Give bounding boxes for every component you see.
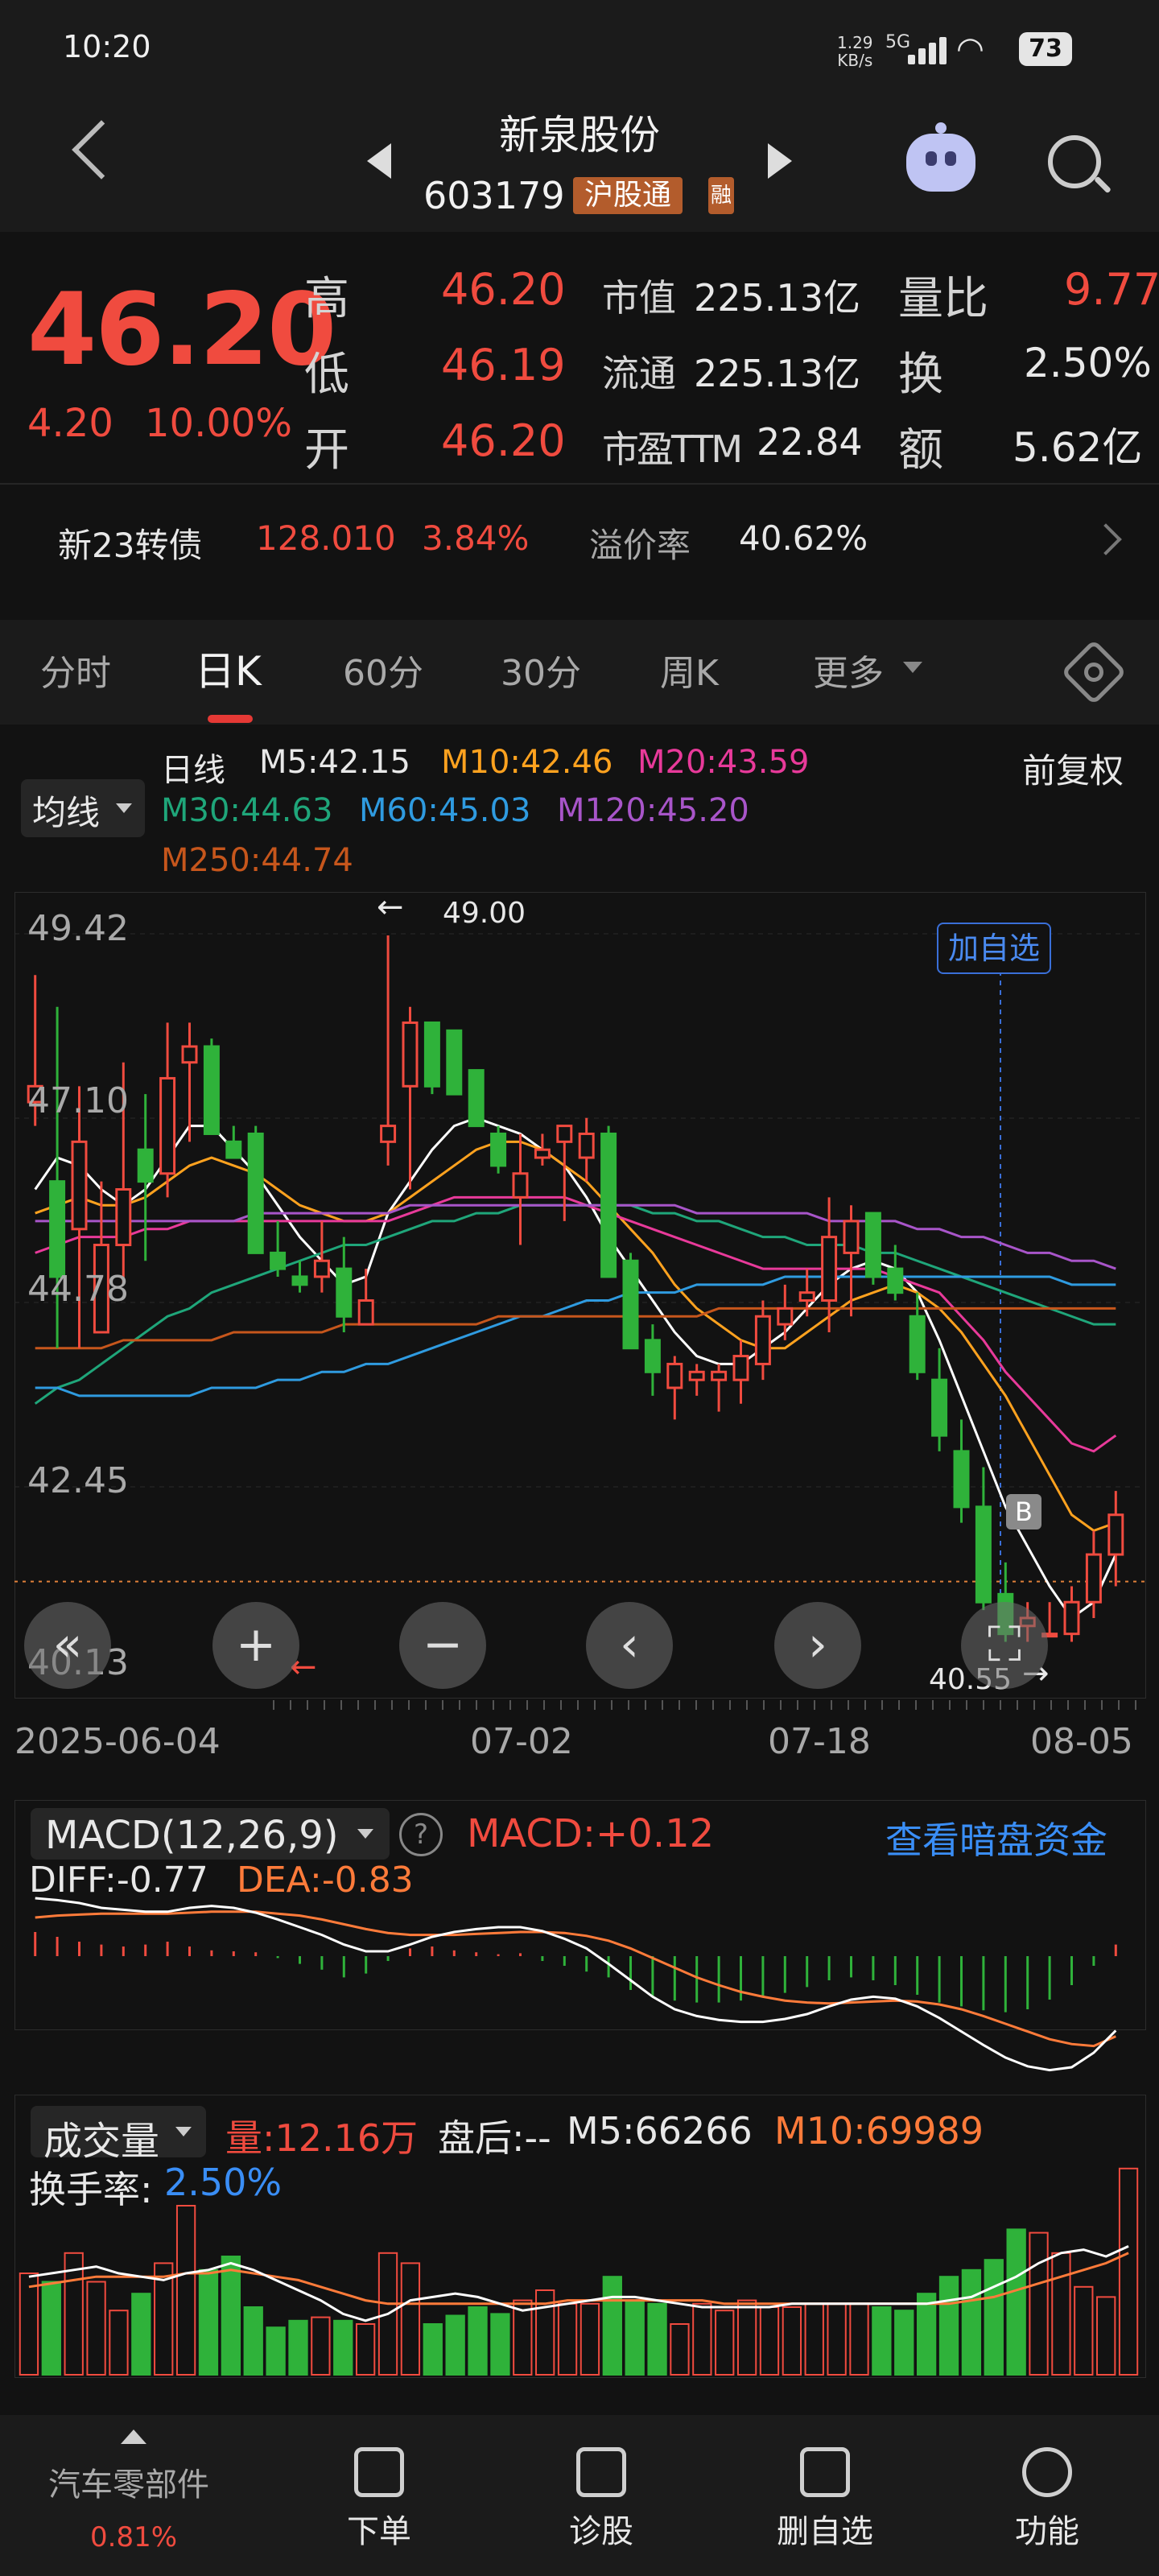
volume-bar: [355, 2323, 376, 2376]
functions-icon[interactable]: [1022, 2447, 1072, 2497]
volume-bar: [1029, 2231, 1049, 2376]
remove-watchlist-icon[interactable]: [800, 2447, 850, 2497]
volume-bar: [266, 2326, 286, 2376]
volume-bar: [647, 2302, 667, 2376]
volume-bar: [715, 2310, 735, 2376]
volume-bar: [400, 2262, 421, 2376]
volume-bar: [41, 2281, 61, 2376]
diagnose-button[interactable]: 诊股: [513, 2505, 690, 2552]
sector-change: 0.81%: [90, 2521, 178, 2553]
volume-m10: M10:69989: [774, 2109, 984, 2153]
volume-bar: [938, 2276, 959, 2376]
diagnose-icon[interactable]: [576, 2447, 626, 2497]
volume-bar: [894, 2310, 914, 2376]
volume-bar: [804, 2302, 824, 2376]
volume-bar: [984, 2259, 1004, 2376]
volume-bar: [1096, 2296, 1116, 2376]
volume-bar: [311, 2316, 331, 2376]
volume-bar: [19, 2273, 39, 2376]
volume-bar: [557, 2302, 578, 2376]
volume-bar: [670, 2323, 690, 2376]
volume-bar: [1006, 2228, 1026, 2376]
remove-watchlist-button[interactable]: 删自选: [736, 2505, 914, 2552]
volume-bar: [602, 2276, 622, 2376]
volume-bar: [333, 2319, 353, 2376]
volume-bar: [961, 2268, 982, 2376]
volume-m5: M5:66266: [567, 2109, 753, 2153]
volume-bar: [849, 2302, 869, 2376]
volume-bar: [86, 2281, 106, 2376]
volume-bar: [109, 2310, 129, 2376]
caret-up-icon[interactable]: [121, 2429, 146, 2444]
volume-bar: [872, 2306, 892, 2376]
volume-bar: [692, 2302, 712, 2376]
volume-bar: [827, 2302, 847, 2376]
after-hours-volume: 盘后:--: [438, 2116, 551, 2160]
volume-amount: 量:12.16万: [225, 2116, 419, 2160]
volume-bar: [1051, 2252, 1071, 2376]
volume-bar: [1118, 2167, 1139, 2376]
order-icon[interactable]: [354, 2447, 404, 2497]
volume-bar: [423, 2323, 443, 2376]
volume-bar: [468, 2306, 488, 2376]
volume-bar: [198, 2268, 219, 2376]
volume-chart[interactable]: [0, 0, 1159, 2415]
volume-bar: [916, 2293, 937, 2376]
volume-bar: [131, 2293, 151, 2376]
volume-bar: [625, 2299, 645, 2376]
volume-bar: [243, 2306, 263, 2376]
volume-bar: [445, 2314, 465, 2376]
turnover-rate-label: 换手率:: [29, 2168, 153, 2211]
volume-bar: [580, 2302, 600, 2376]
volume-bar: [1074, 2285, 1094, 2376]
volume-bar: [782, 2306, 802, 2376]
order-button[interactable]: 下单: [291, 2505, 468, 2552]
volume-bar: [221, 2256, 241, 2376]
caret-down-icon: [175, 2127, 192, 2136]
volume-bar: [288, 2319, 308, 2376]
volume-bar: [736, 2299, 757, 2376]
functions-button[interactable]: 功能: [959, 2505, 1136, 2552]
volume-selector-label: 成交量: [43, 2119, 160, 2164]
turnover-rate-value: 2.50%: [164, 2161, 283, 2204]
sector-name[interactable]: 汽车零部件: [48, 2458, 209, 2505]
volume-bar: [175, 2205, 196, 2376]
volume-bar: [759, 2306, 780, 2376]
volume-bar: [490, 2313, 510, 2376]
